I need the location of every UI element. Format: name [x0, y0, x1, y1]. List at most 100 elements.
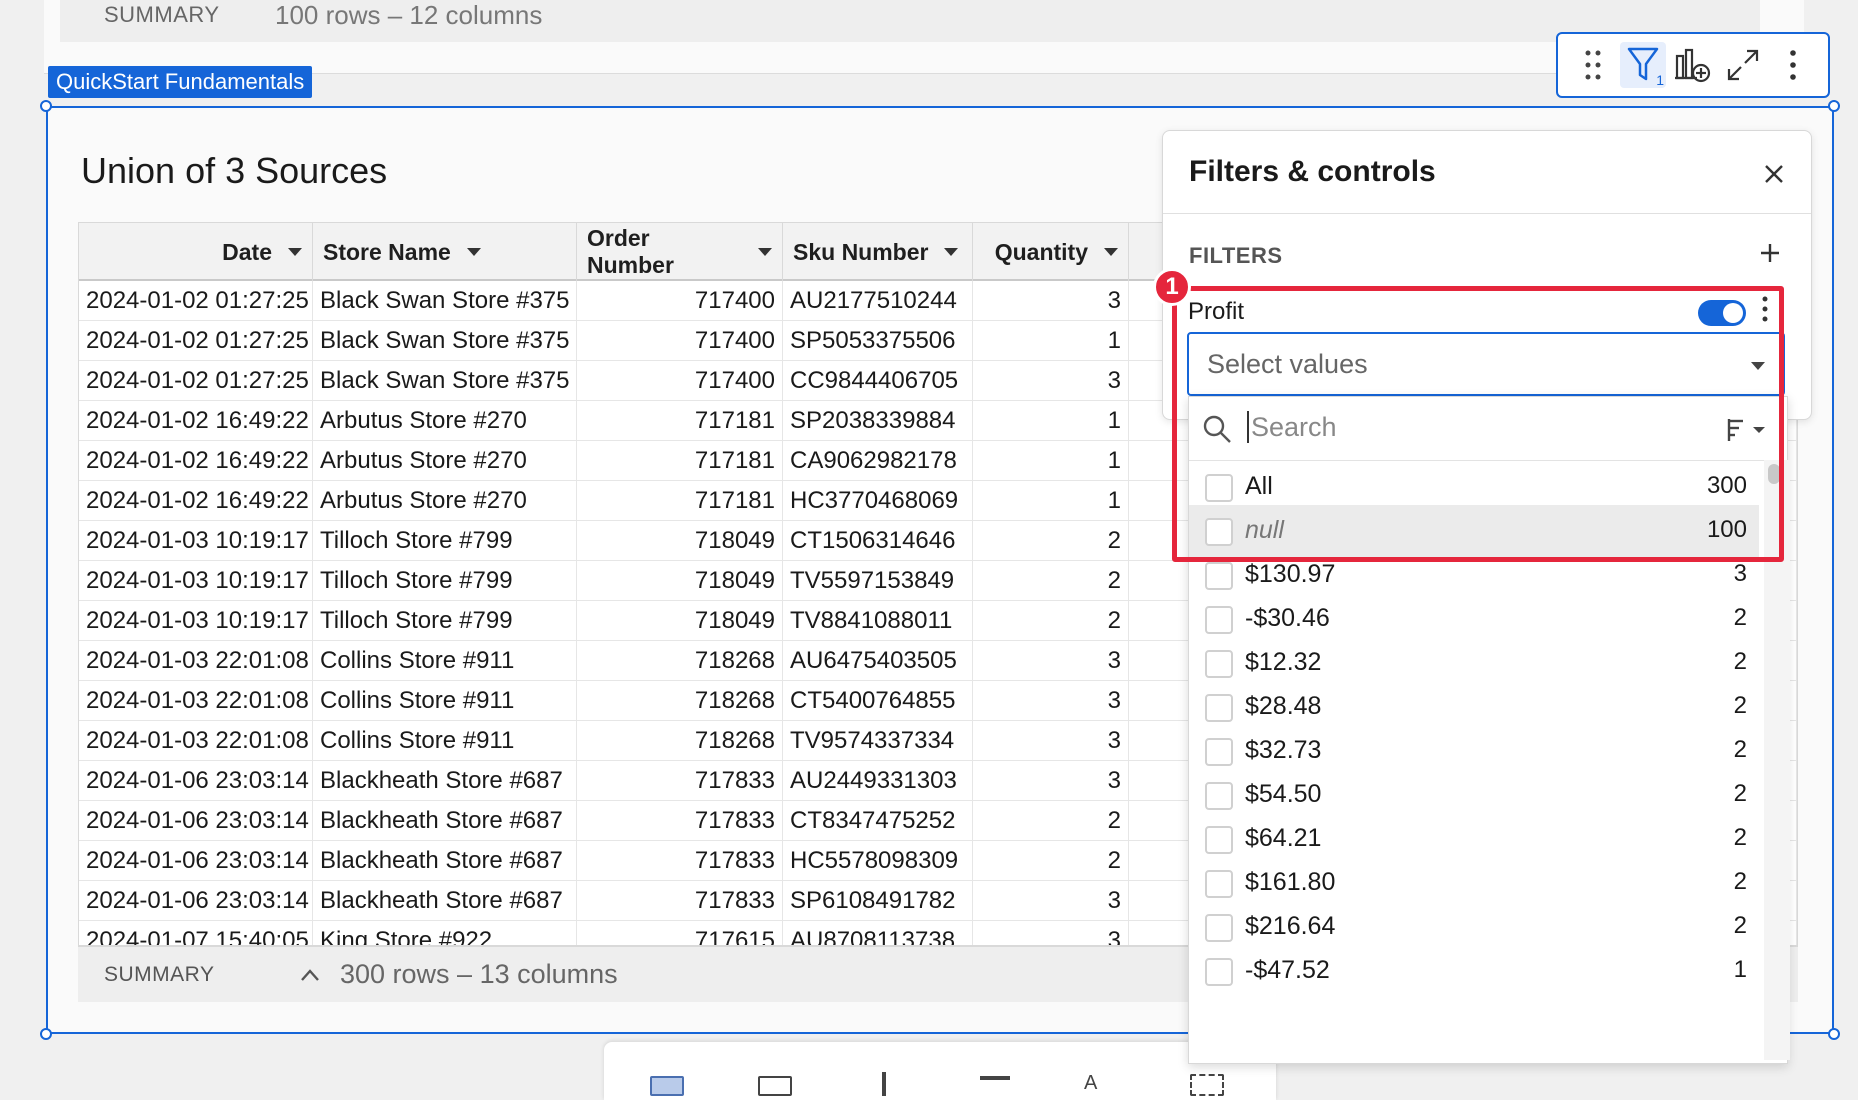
table-cell[interactable]: 717400	[577, 361, 783, 401]
text-icon[interactable]: A	[1084, 1072, 1097, 1095]
table-cell[interactable]: CT1506314646	[783, 521, 973, 561]
table-cell[interactable]: 718268	[577, 681, 783, 721]
table-cell[interactable]: CT8347475252	[783, 801, 973, 841]
drag-handle-icon[interactable]	[1570, 42, 1616, 88]
table-cell[interactable]: CC9844406705	[783, 361, 973, 401]
table-cell[interactable]: 2024-01-03 10:19:17	[79, 561, 313, 601]
chart-icon[interactable]	[882, 1072, 886, 1096]
table-cell[interactable]: 717181	[577, 481, 783, 521]
table-cell[interactable]: AU2449331303	[783, 761, 973, 801]
table-cell[interactable]: AU6475403505	[783, 641, 973, 681]
table-cell[interactable]: Black Swan Store #375	[313, 361, 577, 401]
table-cell[interactable]: AU2177510244	[783, 281, 973, 321]
chevron-down-icon[interactable]	[758, 248, 772, 256]
table-cell[interactable]: 2	[973, 521, 1129, 561]
table-cell[interactable]: 717400	[577, 281, 783, 321]
pivot-icon[interactable]	[758, 1076, 792, 1096]
table-cell[interactable]: Tilloch Store #799	[313, 561, 577, 601]
table-cell[interactable]: 3	[973, 881, 1129, 921]
table-cell[interactable]: 717833	[577, 881, 783, 921]
option-checkbox[interactable]	[1205, 606, 1233, 634]
table-cell[interactable]: 2	[973, 561, 1129, 601]
table-cell[interactable]: 718268	[577, 721, 783, 761]
option-checkbox[interactable]	[1205, 826, 1233, 854]
table-cell[interactable]: 2	[973, 841, 1129, 881]
table-cell[interactable]: 1	[973, 401, 1129, 441]
chevron-down-icon[interactable]	[944, 248, 959, 256]
table-cell[interactable]: 2024-01-06 23:03:14	[79, 801, 313, 841]
resize-handle-bottom-left[interactable]	[40, 1028, 52, 1040]
table-cell[interactable]: Arbutus Store #270	[313, 481, 577, 521]
table-cell[interactable]: 2024-01-03 22:01:08	[79, 721, 313, 761]
value-option[interactable]: -$47.52 1	[1189, 945, 1759, 997]
table-cell[interactable]: 718049	[577, 521, 783, 561]
table-cell[interactable]: 2024-01-02 16:49:22	[79, 401, 313, 441]
table-cell[interactable]: Collins Store #911	[313, 681, 577, 721]
table-cell[interactable]: Arbutus Store #270	[313, 441, 577, 481]
table-cell[interactable]: CT5400764855	[783, 681, 973, 721]
chevron-down-icon[interactable]	[288, 248, 302, 256]
column-header-sku-number[interactable]: Sku Number	[783, 223, 973, 281]
table-cell[interactable]: 2024-01-06 23:03:14	[79, 761, 313, 801]
table-cell[interactable]: 717833	[577, 801, 783, 841]
table-cell[interactable]: TV8841088011	[783, 601, 973, 641]
table-cell[interactable]: 717833	[577, 761, 783, 801]
table-cell[interactable]: King Store #922	[313, 921, 577, 945]
table-cell[interactable]: Blackheath Store #687	[313, 801, 577, 841]
table-cell[interactable]: Tilloch Store #799	[313, 601, 577, 641]
element-title[interactable]: Union of 3 Sources	[81, 150, 387, 192]
add-chart-icon[interactable]	[1670, 42, 1716, 88]
table-cell[interactable]: 1	[973, 481, 1129, 521]
table-cell[interactable]: 717615	[577, 921, 783, 945]
resize-handle-bottom-right[interactable]	[1828, 1028, 1840, 1040]
table-cell[interactable]: Tilloch Store #799	[313, 521, 577, 561]
close-icon[interactable]	[1763, 161, 1785, 191]
table-cell[interactable]: CA9062982178	[783, 441, 973, 481]
option-checkbox[interactable]	[1205, 562, 1233, 590]
option-checkbox[interactable]	[1205, 958, 1233, 986]
table-cell[interactable]: Black Swan Store #375	[313, 321, 577, 361]
table-cell[interactable]: 2024-01-02 01:27:25	[79, 281, 313, 321]
table-cell[interactable]: 2024-01-02 01:27:25	[79, 361, 313, 401]
table-cell[interactable]: 1	[973, 321, 1129, 361]
table-cell[interactable]: Blackheath Store #687	[313, 761, 577, 801]
table-cell[interactable]: 2024-01-03 10:19:17	[79, 601, 313, 641]
expand-icon[interactable]	[1720, 42, 1766, 88]
table-cell[interactable]: HC5578098309	[783, 841, 973, 881]
table-cell[interactable]: 1	[973, 441, 1129, 481]
table-cell[interactable]: 2024-01-06 23:03:14	[79, 841, 313, 881]
table-cell[interactable]: 717400	[577, 321, 783, 361]
table-cell[interactable]: 717181	[577, 441, 783, 481]
table-cell[interactable]: 717833	[577, 841, 783, 881]
table-cell[interactable]: 2024-01-02 01:27:25	[79, 321, 313, 361]
table-cell[interactable]: Black Swan Store #375	[313, 281, 577, 321]
table-cell[interactable]: 3	[973, 761, 1129, 801]
column-header-order-number[interactable]: Order Number	[577, 223, 783, 281]
table-cell[interactable]: 3	[973, 641, 1129, 681]
table-cell[interactable]: SP2038339884	[783, 401, 973, 441]
option-checkbox[interactable]	[1205, 694, 1233, 722]
table-cell[interactable]: 718268	[577, 641, 783, 681]
control-icon[interactable]	[980, 1076, 1010, 1080]
table-cell[interactable]: 3	[973, 921, 1129, 945]
table-cell[interactable]: 2024-01-03 22:01:08	[79, 681, 313, 721]
table-cell[interactable]: 2024-01-02 16:49:22	[79, 481, 313, 521]
table-cell[interactable]: Blackheath Store #687	[313, 881, 577, 921]
table-cell[interactable]: 3	[973, 361, 1129, 401]
chevron-down-icon[interactable]	[466, 248, 481, 256]
more-options-icon[interactable]	[1770, 42, 1816, 88]
option-checkbox[interactable]	[1205, 650, 1233, 678]
table-cell[interactable]: AU8708113738	[783, 921, 973, 945]
table-cell[interactable]: TV5597153849	[783, 561, 973, 601]
column-header-store-name[interactable]: Store Name	[313, 223, 577, 281]
table-cell[interactable]: 3	[973, 721, 1129, 761]
table-cell[interactable]: 2024-01-06 23:03:14	[79, 881, 313, 921]
table-cell[interactable]: 718049	[577, 601, 783, 641]
add-filter-icon[interactable]	[1759, 235, 1781, 272]
table-cell[interactable]: HC3770468069	[783, 481, 973, 521]
table-cell[interactable]: 2024-01-03 22:01:08	[79, 641, 313, 681]
resize-handle-top-left[interactable]	[40, 100, 52, 112]
table-cell[interactable]: 717181	[577, 401, 783, 441]
table-cell[interactable]: 718049	[577, 561, 783, 601]
column-header-date[interactable]: Date	[79, 223, 313, 281]
